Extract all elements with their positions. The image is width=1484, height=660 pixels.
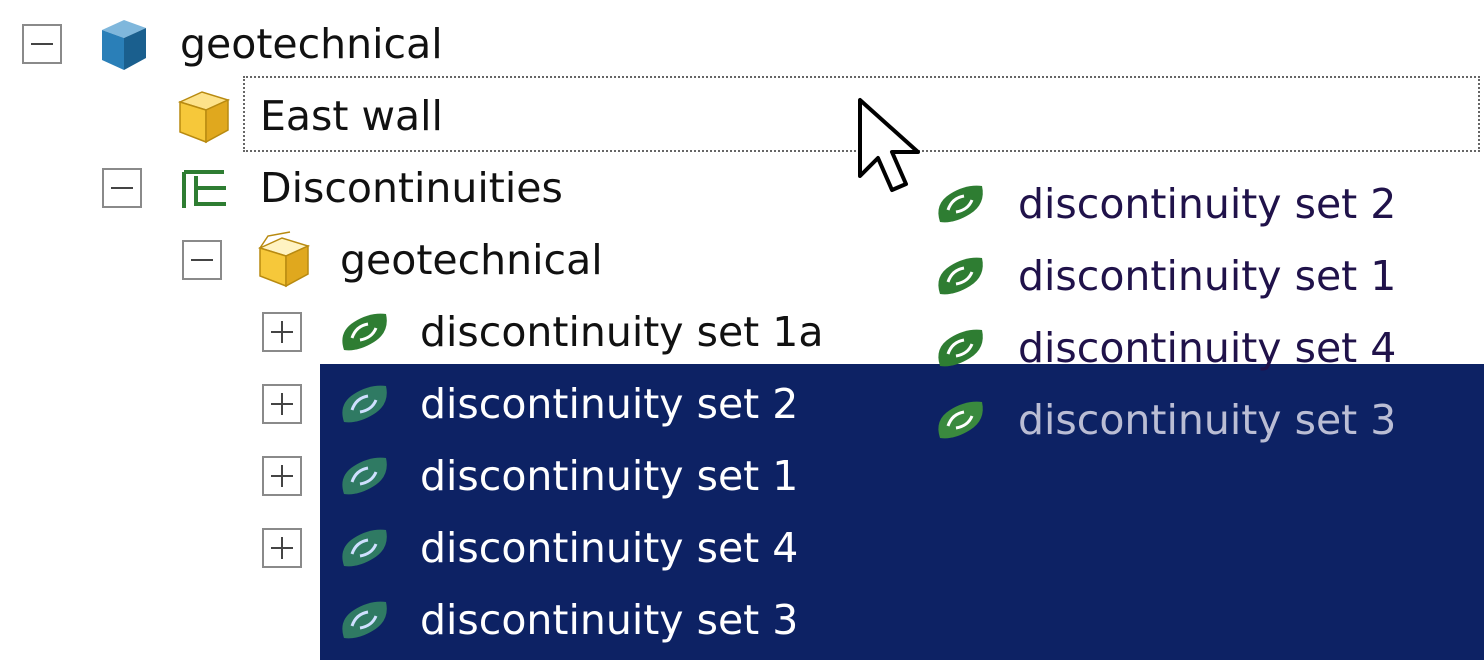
green-discontinuity-icon [342,313,387,351]
mouse-pointer-icon [858,98,920,192]
green-discontinuity-icon [938,401,983,439]
tree-node-label: discontinuity set 1 [420,452,799,500]
tree-node-label: discontinuity set 2 [420,380,799,428]
tree-node-label: discontinuity set 1a [420,308,824,356]
green-discontinuity-icon [938,257,983,295]
tree-node-root[interactable]: geotechnical [0,8,1484,80]
collapse-toggle[interactable] [182,240,222,280]
tree-node-set[interactable]: discontinuity set 4 [0,512,1484,584]
drag-preview-label: discontinuity set 2 [1018,180,1397,228]
green-discontinuity-icon [342,385,387,423]
green-discontinuity-icon [342,529,387,567]
expand-toggle[interactable] [262,528,302,568]
expand-toggle[interactable] [262,384,302,424]
green-discontinuity-icon [342,601,387,639]
collapse-toggle[interactable] [22,24,62,64]
tree-node-label: discontinuity set 3 [420,596,799,644]
yellow-box-icon [177,91,231,144]
discontinuity-folder-icon [182,170,226,208]
green-discontinuity-icon [938,329,983,367]
tree-node-label: Discontinuities [260,164,563,212]
expand-toggle[interactable] [262,456,302,496]
yellow-open-box-icon [257,231,311,288]
drag-preview-item: discontinuity set 1 [930,242,1450,314]
collapse-toggle[interactable] [102,168,142,208]
drag-preview-item: discontinuity set 4 [930,314,1450,386]
green-discontinuity-icon [938,185,983,223]
drag-preview-label: discontinuity set 3 [1018,396,1397,444]
blue-cube-icon [102,20,146,70]
tree-node-label: discontinuity set 4 [420,524,799,572]
green-discontinuity-icon [342,457,387,495]
drag-preview: discontinuity set 2 discontinuity set 1 … [930,170,1450,470]
drag-preview-label: discontinuity set 1 [1018,252,1397,300]
expand-toggle[interactable] [262,312,302,352]
tree-node-set[interactable]: discontinuity set 3 [0,584,1484,656]
tree-node-label: geotechnical [180,20,443,68]
tree-node-label: geotechnical [340,236,603,284]
drag-preview-label: discontinuity set 4 [1018,324,1397,372]
drag-preview-item: discontinuity set 3 [930,386,1450,458]
drag-preview-item: discontinuity set 2 [930,170,1450,242]
